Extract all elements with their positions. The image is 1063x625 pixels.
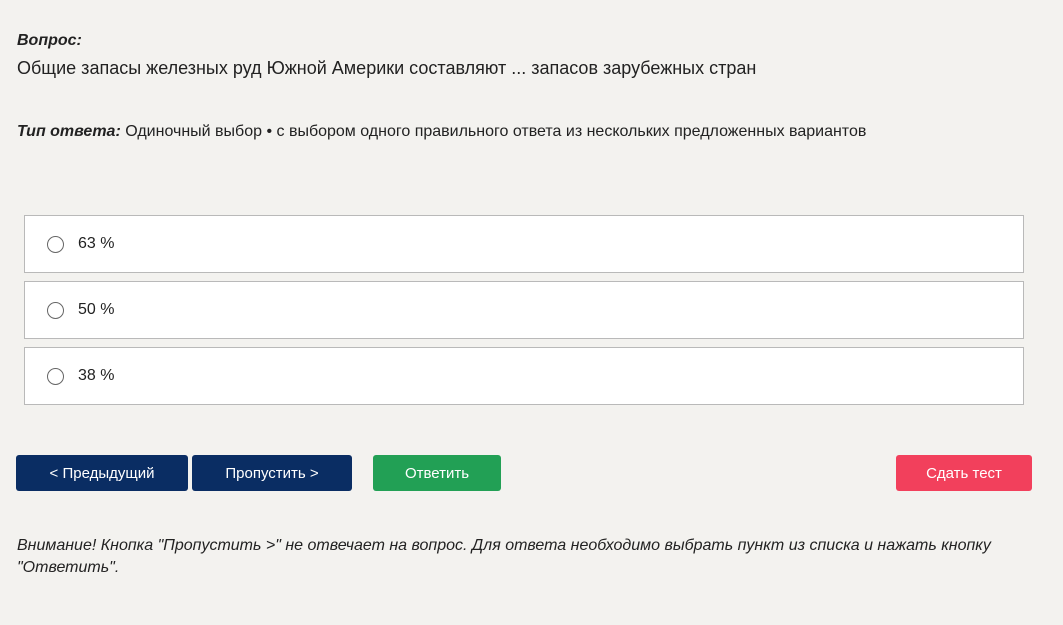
answer-button[interactable]: Ответить [373, 455, 501, 491]
radio-button[interactable] [47, 235, 64, 253]
option-label: 38 % [78, 367, 115, 384]
option-3[interactable]: 38 % [24, 347, 1024, 405]
radio-button[interactable] [47, 367, 64, 385]
question-label: Вопрос: [17, 32, 82, 49]
warning-note: Внимание! Кнопка "Пропустить >" не отвеч… [17, 537, 991, 576]
option-1[interactable]: 63 % [24, 215, 1024, 273]
option-label: 63 % [78, 235, 115, 252]
previous-button[interactable]: < Предыдущий [16, 455, 188, 491]
answer-type-value: Одиночный выбор • с выбором одного прави… [125, 123, 867, 140]
answer-type: Тип ответа: Одиночный выбор • с выбором … [17, 123, 866, 141]
answer-type-label: Тип ответа: [17, 123, 121, 140]
option-2[interactable]: 50 % [24, 281, 1024, 339]
submit-test-button[interactable]: Сдать тест [896, 455, 1032, 491]
skip-button[interactable]: Пропустить > [192, 455, 352, 491]
radio-button[interactable] [47, 301, 64, 319]
option-label: 50 % [78, 301, 115, 318]
question-text: Общие запасы железных руд Южной Америки … [17, 58, 757, 78]
options-list: 63 % 50 % 38 % [24, 215, 1024, 413]
